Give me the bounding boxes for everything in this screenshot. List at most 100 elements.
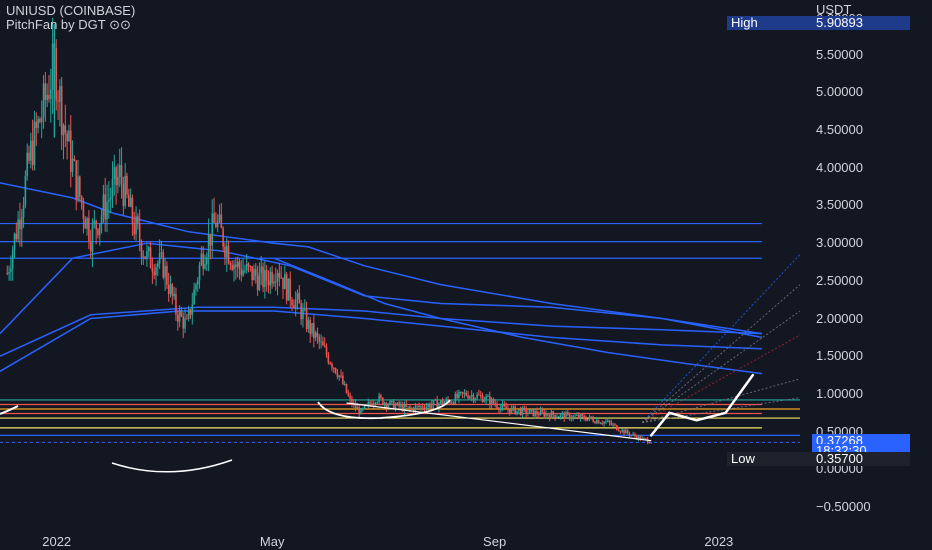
chart-root: { "symbol": "UNIUSD (COINBASE)", "indica… [0,0,932,550]
candle-body [149,247,152,269]
moving-average-line [0,306,762,357]
candle-body [316,332,319,337]
candle-body [175,293,177,315]
candle-body [463,392,466,394]
candle-body [97,229,99,236]
candle-body [59,86,61,102]
candle-body [71,158,74,173]
candle-body [512,406,515,408]
candle-body [436,399,438,408]
candle-body [293,305,295,309]
candle-body [586,418,589,421]
moving-average-line [0,310,762,372]
moving-averages [0,182,763,375]
candle-body [570,418,573,420]
candle-body [10,268,12,273]
candle-body [632,434,634,436]
y-tick-label: 4.50000 [816,122,863,138]
candle-body [173,293,175,297]
candle-body [30,140,32,161]
candle-body [311,323,313,334]
candle-body [249,266,252,268]
candle-body [19,219,21,230]
candle-body [545,413,547,417]
candle-body [220,214,223,229]
candle-body [109,197,112,200]
candle-body [372,403,375,406]
candles [6,17,653,445]
candle-body [187,309,190,319]
x-tick-label: Sep [483,534,507,549]
candle-body [227,245,230,264]
candle-body [111,179,114,198]
candle-body [82,203,85,220]
candle-body [191,304,194,315]
candle-body [603,421,605,424]
candle-body [274,281,277,283]
candle-body [273,281,275,284]
candle-body [24,175,27,205]
candle-body [233,264,235,270]
candle-body [362,408,364,410]
candle-body [608,420,611,423]
candle-body [496,404,498,409]
candle-body [169,284,172,294]
candle-body [26,152,29,176]
candle-body [345,383,348,394]
candle-body [211,213,214,246]
candle-body [46,94,48,101]
candle-body [469,396,471,399]
candle-body [64,125,67,134]
candle-body [539,410,542,416]
candle-body [291,300,293,306]
candle-body [487,396,489,398]
candle-body [80,196,83,204]
candle-body [258,272,261,291]
candle-body [398,402,400,407]
candle-body [594,421,596,424]
candle-body [331,363,333,368]
candle-body [336,373,339,377]
candle-body [231,265,233,270]
candle-body [240,268,243,276]
candle-body [278,272,281,278]
candle-body [89,242,92,252]
x-tick-label: 2022 [42,534,72,549]
candle-body [474,398,477,401]
candle-body [138,223,141,243]
price-chart[interactable] [0,0,932,550]
arc-drawing-left [0,405,19,415]
pitchfan-line [641,254,801,423]
candle-body [643,437,645,439]
candle-body [40,117,43,123]
candle-body [416,405,419,407]
candle-body [115,167,117,186]
candle-body [307,320,310,329]
candle-body [648,442,651,444]
candle-body [387,404,390,408]
y-tick-label: 4.00000 [816,159,863,175]
candle-body [568,413,571,419]
candle-body [146,251,148,259]
candle-body [623,429,625,434]
candle-body [534,410,536,417]
candle-body [501,404,504,408]
candle-body [583,415,585,419]
y-tick-label: 5.00000 [816,84,863,100]
high-label: High [727,16,813,30]
candle-body [264,270,266,288]
candle-body [572,415,575,419]
candle-body [503,404,506,407]
candle-body [218,214,221,221]
candle-body [267,280,270,286]
candle-body [296,293,299,300]
candle-body [113,167,116,180]
candle-body [57,100,59,102]
candle-body [49,89,52,100]
candle-body [577,415,580,419]
candle-body [79,176,81,197]
candle-body [606,420,609,422]
candle-body [213,213,215,223]
candle-body [269,271,272,286]
candle-body [178,310,181,322]
